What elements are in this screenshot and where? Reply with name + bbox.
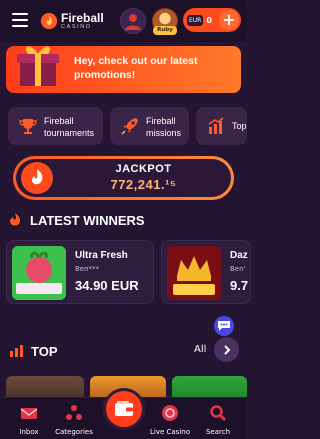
- rocket-icon: [121, 118, 138, 135]
- game-thumbnail: [12, 246, 66, 300]
- flame-logo-icon: [40, 12, 58, 30]
- tournaments-link[interactable]: Fireball tournaments: [8, 107, 103, 145]
- winner-game-name: Ultra Fresh: [75, 250, 128, 261]
- tournaments-label-line1: Fireball: [44, 116, 74, 126]
- winner-username: Ben***: [75, 265, 100, 273]
- tournaments-label-line2: tournaments: [44, 128, 95, 138]
- wallet-icon: [115, 401, 133, 416]
- latest-winners-title: LATEST WINNERS: [30, 213, 145, 228]
- logo-subtitle: CASINO: [61, 23, 92, 30]
- top-label: Top: [232, 121, 247, 131]
- winner-card[interactable]: Daz Ben' 9.7: [161, 240, 251, 304]
- winner-amount: 34.90 EUR: [75, 278, 139, 293]
- user-avatar[interactable]: [120, 8, 146, 34]
- balance-value: 0: [206, 15, 212, 25]
- deposit-button[interactable]: +: [219, 10, 239, 30]
- wallet-button[interactable]: [103, 388, 145, 430]
- nav-live-casino[interactable]: Live Casino: [148, 400, 192, 436]
- level-badge: Ruby: [153, 26, 177, 35]
- search-icon: [210, 405, 227, 422]
- missions-link[interactable]: Fireball missions: [110, 107, 189, 145]
- nav-live-casino-label: Live Casino: [149, 428, 190, 436]
- game-thumbnail: [167, 246, 221, 300]
- missions-label-line2: missions: [146, 128, 182, 138]
- promotions-banner[interactable]: Hey, check out our latest promotions!: [6, 46, 241, 93]
- menu-icon[interactable]: [12, 13, 28, 27]
- jackpot-banner[interactable]: JACKPOT 772,241.¹⁵: [13, 156, 234, 200]
- trophy-icon: [19, 119, 37, 134]
- user-icon: [125, 14, 141, 30]
- categories-icon: [66, 405, 82, 420]
- balance-widget[interactable]: EUR 0 +: [183, 8, 241, 32]
- jackpot-title: JACKPOT: [115, 163, 172, 175]
- logo-title: Fireball: [61, 10, 104, 25]
- nav-search-label: Search: [205, 428, 231, 436]
- jackpot-value: 772,241.¹⁵: [110, 177, 177, 192]
- chat-bubble-icon: [218, 321, 230, 331]
- gift-box-icon: [17, 46, 59, 86]
- winner-game-name: Daz: [230, 250, 248, 261]
- casino-chip-icon: [162, 405, 178, 421]
- top-section-title: TOP: [31, 344, 58, 359]
- see-all-button[interactable]: [214, 337, 239, 362]
- promo-text: Hey, check out our latest promotions!: [74, 55, 198, 81]
- chat-button[interactable]: [214, 316, 234, 336]
- missions-label-line1: Fireball: [146, 116, 176, 126]
- nav-inbox[interactable]: Inbox: [7, 400, 51, 436]
- chevron-right-icon: [223, 344, 230, 355]
- bar-chart-icon: [10, 345, 23, 357]
- winner-card[interactable]: Ultra Fresh Ben*** 34.90 EUR: [6, 240, 154, 304]
- fireball-logo[interactable]: Fireball CASINO: [40, 8, 104, 34]
- bar-chart-icon: [208, 117, 224, 134]
- winner-username: Ben': [230, 265, 246, 273]
- top-header: Fireball CASINO Ruby EUR 0 +: [0, 0, 247, 42]
- nav-categories-label: Categories: [55, 428, 93, 436]
- fire-icon: [10, 213, 20, 226]
- winner-amount: 9.7: [230, 278, 249, 293]
- envelope-icon: [20, 408, 38, 419]
- see-all-link[interactable]: All: [194, 344, 206, 355]
- nav-categories[interactable]: Categories: [52, 400, 96, 436]
- currency-label: EUR: [187, 14, 204, 26]
- nav-search[interactable]: Search: [196, 400, 240, 436]
- nav-inbox-label: Inbox: [19, 428, 39, 436]
- top-link[interactable]: Top: [196, 107, 247, 145]
